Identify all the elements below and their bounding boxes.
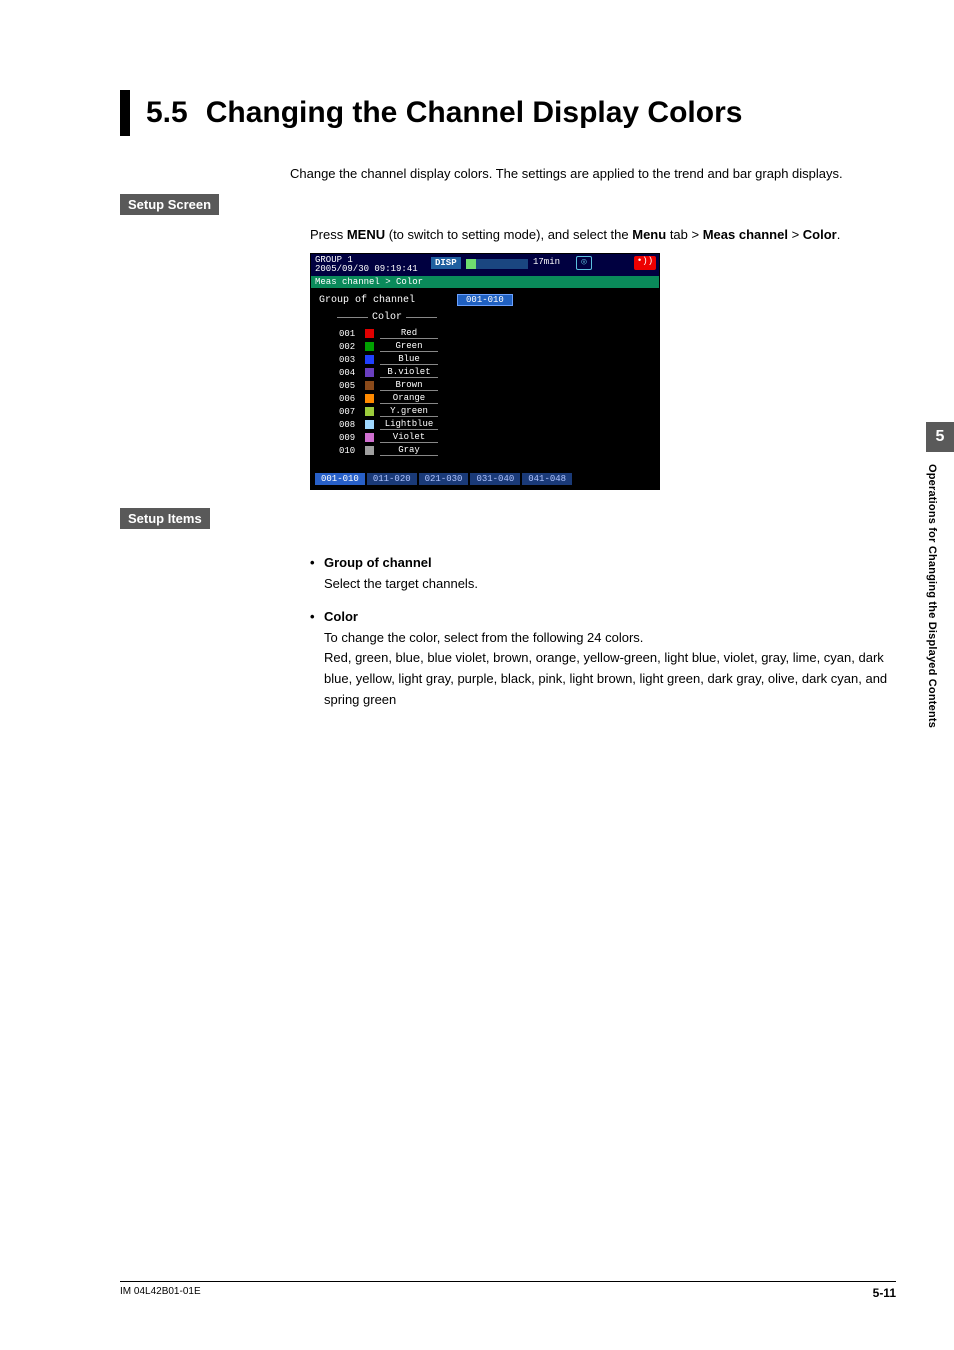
ss-channel-row: 009 Violet: [339, 431, 651, 444]
ss-channel-list: 001 Red 002 Green 003 Blue 004 B.violet 005 Brown…: [339, 327, 651, 457]
ss-channel-row: 005 Brown: [339, 379, 651, 392]
ss-channel-id: 006: [339, 394, 365, 404]
color-swatch: [365, 420, 374, 429]
ss-channel-id: 010: [339, 446, 365, 456]
ss-progress: [466, 259, 528, 269]
ss-channel-row: 001 Red: [339, 327, 651, 340]
ss-color-name[interactable]: Violet: [380, 432, 438, 443]
color-swatch: [365, 381, 374, 390]
chapter-side-tab: 5 Operations for Changing the Displayed …: [926, 422, 954, 728]
ss-channel-row: 004 B.violet: [339, 366, 651, 379]
ss-color-name[interactable]: Lightblue: [380, 419, 438, 430]
record-icon: •)): [634, 256, 656, 270]
setup-item-heading: •Color: [310, 607, 896, 628]
press-instruction: Press MENU (to switch to setting mode), …: [310, 225, 896, 245]
setup-item-desc: Red, green, blue, blue violet, brown, or…: [324, 648, 896, 710]
ss-duration: 17min: [533, 257, 560, 267]
chapter-title: Operations for Changing the Displayed Co…: [926, 452, 944, 728]
device-screenshot: GROUP 1 2005/09/30 09:19:41 DISP 17min ◎…: [310, 253, 660, 490]
ss-channel-id: 001: [339, 329, 365, 339]
setup-screen-label: Setup Screen: [120, 194, 219, 215]
chapter-number: 5: [926, 422, 954, 452]
ss-header: GROUP 1 2005/09/30 09:19:41 DISP 17min ◎…: [311, 254, 659, 276]
setup-item-desc: Select the target channels.: [324, 574, 896, 595]
ss-range-tab[interactable]: 001-010: [315, 472, 365, 485]
ss-disp-badge: DISP: [431, 257, 461, 269]
ss-channel-row: 010 Gray: [339, 444, 651, 457]
ss-channel-row: 002 Green: [339, 340, 651, 353]
setup-item-desc: To change the color, select from the fol…: [324, 628, 896, 649]
ss-range-tab[interactable]: 021-030: [419, 472, 469, 485]
ss-channel-id: 004: [339, 368, 365, 378]
ss-breadcrumb: Meas channel > Color: [311, 276, 659, 288]
color-swatch: [365, 394, 374, 403]
setup-items: •Group of channelSelect the target chann…: [310, 553, 896, 723]
ss-channel-id: 009: [339, 433, 365, 443]
ss-color-name[interactable]: Y.green: [380, 406, 438, 417]
heading-bar: [120, 90, 130, 136]
ss-color-name[interactable]: Brown: [380, 380, 438, 391]
ss-color-name[interactable]: Green: [380, 341, 438, 352]
color-swatch: [365, 368, 374, 377]
intro-text: Change the channel display colors. The s…: [290, 164, 896, 184]
ss-color-heading: Color: [337, 312, 437, 323]
ss-color-name[interactable]: Gray: [380, 445, 438, 456]
ss-timestamp: 2005/09/30 09:19:41: [315, 265, 418, 274]
ss-field-label: Group of channel: [319, 295, 415, 306]
page-footer: IM 04L42B01-01E 5-11: [120, 1281, 896, 1300]
ss-channel-row: 006 Orange: [339, 392, 651, 405]
color-swatch: [365, 446, 374, 455]
section-title: Changing the Channel Display Colors: [206, 90, 743, 136]
setup-items-label: Setup Items: [120, 508, 210, 529]
ss-range-tab[interactable]: 041-048: [522, 472, 572, 485]
status-icon: ◎: [576, 256, 592, 270]
color-swatch: [365, 355, 374, 364]
color-swatch: [365, 407, 374, 416]
footer-doc-id: IM 04L42B01-01E: [120, 1286, 201, 1300]
footer-page-number: 5-11: [873, 1286, 896, 1300]
ss-channel-row: 007 Y.green: [339, 405, 651, 418]
ss-color-name[interactable]: Orange: [380, 393, 438, 404]
ss-range-tabs: 001-010011-020021-030031-040041-048: [311, 469, 659, 489]
ss-channel-row: 003 Blue: [339, 353, 651, 366]
ss-channel-id: 008: [339, 420, 365, 430]
color-swatch: [365, 342, 374, 351]
ss-color-name[interactable]: Blue: [380, 354, 438, 365]
section-heading: 5.5 Changing the Channel Display Colors: [120, 90, 896, 136]
ss-group-select[interactable]: 001-010: [457, 294, 513, 306]
ss-channel-id: 003: [339, 355, 365, 365]
ss-range-tab[interactable]: 011-020: [367, 472, 417, 485]
ss-channel-id: 005: [339, 381, 365, 391]
ss-range-tab[interactable]: 031-040: [470, 472, 520, 485]
setup-item-heading: •Group of channel: [310, 553, 896, 574]
color-swatch: [365, 329, 374, 338]
ss-color-name[interactable]: B.violet: [380, 367, 438, 378]
ss-channel-row: 008 Lightblue: [339, 418, 651, 431]
ss-channel-id: 002: [339, 342, 365, 352]
ss-channel-id: 007: [339, 407, 365, 417]
ss-color-name[interactable]: Red: [380, 328, 438, 339]
section-number: 5.5: [140, 90, 206, 136]
color-swatch: [365, 433, 374, 442]
